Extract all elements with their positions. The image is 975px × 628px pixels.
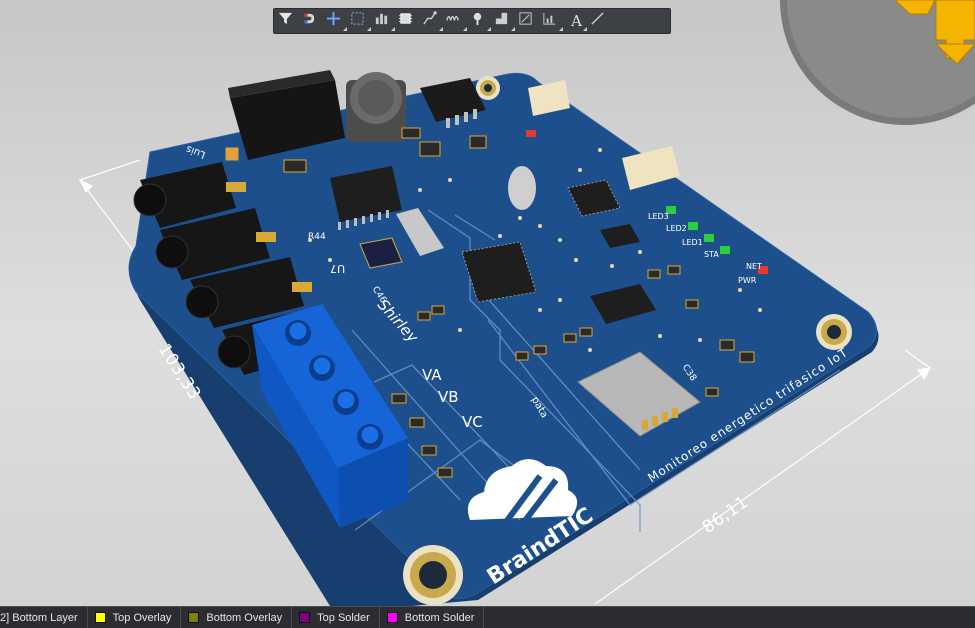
layer-color-swatch xyxy=(94,612,106,623)
layer-tab[interactable]: Bottom Solder xyxy=(380,607,485,628)
layer-tab-label: Top Solder xyxy=(317,611,370,624)
layer-tab[interactable]: Top Overlay xyxy=(88,607,182,628)
wave-icon[interactable] xyxy=(446,11,467,32)
silk-phase-c: VC xyxy=(462,413,483,431)
pcb-3d-view xyxy=(78,0,975,606)
view-orientation-gizmo[interactable] xyxy=(780,0,975,125)
silk-led2: LED2 xyxy=(666,224,687,233)
layer-tab[interactable]: Bottom Overlay xyxy=(181,607,293,628)
silk-phase-b: VB xyxy=(438,388,459,406)
3d-viewport[interactable]: 86,11 103,33 BraindTIC Monitoreo energet… xyxy=(0,0,975,606)
silk-r44: R44 xyxy=(308,232,326,242)
inductor xyxy=(346,72,406,142)
view-toolbar: A xyxy=(273,8,671,34)
pin-icon[interactable] xyxy=(470,11,491,32)
layer-tab-label: Top Overlay xyxy=(112,611,172,624)
pcb-board[interactable] xyxy=(128,70,879,606)
silk-u7: U7 xyxy=(330,262,346,275)
silk-pwr: PWR xyxy=(738,276,757,285)
chart-icon[interactable] xyxy=(542,11,563,32)
silk-net: NET xyxy=(746,262,762,271)
silk-led3: LED3 xyxy=(648,212,669,221)
layer-tab[interactable]: Top Solder xyxy=(292,607,380,628)
layer-color-swatch xyxy=(299,612,311,623)
component-icon[interactable] xyxy=(398,11,419,32)
silk-stat: STA xyxy=(704,250,719,259)
route-icon[interactable] xyxy=(422,10,443,32)
layer-color-swatch xyxy=(386,612,398,623)
layer-tabs-bar: 2] Bottom Layer Top Overlay Bottom Overl… xyxy=(0,606,975,628)
text-icon[interactable]: A xyxy=(566,11,587,32)
bar-chart-icon[interactable] xyxy=(374,11,395,32)
board-icon[interactable] xyxy=(518,11,539,32)
filter-icon[interactable] xyxy=(278,11,299,32)
layer-tab-label: Bottom Overlay xyxy=(206,611,283,624)
selection-rect-icon[interactable] xyxy=(350,11,371,32)
mounting-hole xyxy=(476,76,500,100)
silk-phase-a: VA xyxy=(422,366,442,384)
layer-tab-label: 2] Bottom Layer xyxy=(0,611,78,624)
layer-tab[interactable]: 2] Bottom Layer xyxy=(0,607,88,628)
silk-led1: LED1 xyxy=(682,238,703,247)
layer-tab-label: Bottom Solder xyxy=(404,611,475,624)
polygon-fill-icon[interactable] xyxy=(494,11,515,32)
crosshair-icon[interactable] xyxy=(326,11,347,32)
layer-color-swatch xyxy=(188,612,200,623)
mounting-hole xyxy=(816,314,852,350)
magnet-icon[interactable] xyxy=(302,11,323,32)
mounting-hole xyxy=(403,545,463,605)
line-icon[interactable] xyxy=(590,11,611,32)
